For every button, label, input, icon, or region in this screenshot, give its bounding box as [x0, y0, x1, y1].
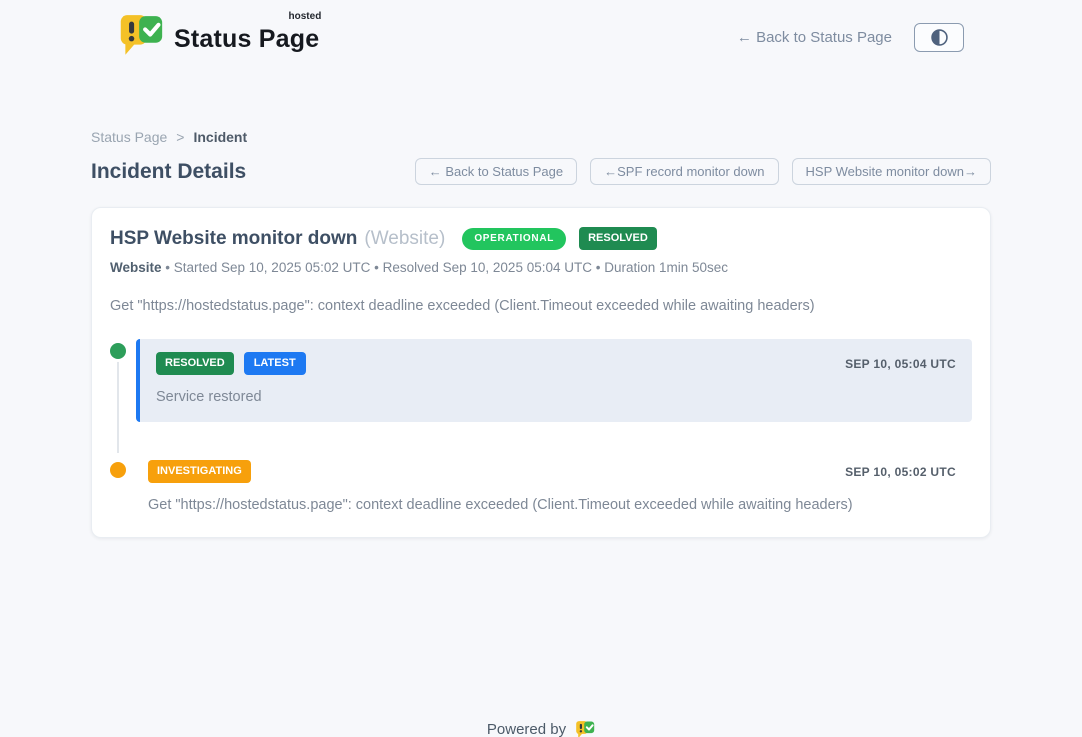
logo-hosted-label: hosted — [289, 11, 322, 22]
operational-badge: OPERATIONAL — [462, 228, 566, 250]
timeline-investigating-badge: INVESTIGATING — [148, 460, 251, 483]
brand-logo-icon — [118, 13, 164, 61]
timeline-resolved-badge: RESOLVED — [156, 352, 234, 375]
meta-details: • Started Sep 10, 2025 05:02 UTC • Resol… — [162, 260, 729, 275]
page-title: Incident Details — [91, 160, 246, 184]
breadcrumb-incident: Incident — [193, 129, 247, 145]
incident-card: HSP Website monitor down (Website) OPERA… — [91, 207, 991, 538]
breadcrumb: Status Page > Incident — [91, 129, 991, 145]
timeline-message: Get "https://hostedstatus.page": context… — [148, 497, 956, 513]
brand-logo-small-icon — [575, 720, 595, 737]
incident-title: HSP Website monitor down — [110, 228, 357, 250]
resolved-badge: RESOLVED — [579, 227, 657, 250]
timeline-message: Service restored — [156, 389, 956, 405]
logo-brand-label: Status Page — [174, 25, 319, 53]
green-status-dot-icon — [110, 343, 126, 359]
prev-incident-button[interactable]: ←SPF record monitor down — [590, 158, 778, 185]
half-circle-icon — [929, 27, 950, 48]
timeline-entry-investigating: INVESTIGATING SEP 10, 05:02 UTC Get "htt… — [110, 458, 972, 513]
header: hosted Status Page ← Back to Status Page — [118, 0, 964, 61]
incident-component: (Website) — [364, 228, 445, 250]
incident-description: Get "https://hostedstatus.page": context… — [110, 298, 972, 314]
powered-by-label: Powered by — [487, 721, 566, 737]
orange-status-dot-icon — [110, 462, 126, 478]
incident-nav-buttons: ← Back to Status Page ←SPF record monito… — [415, 158, 991, 185]
timeline-timestamp: SEP 10, 05:02 UTC — [845, 465, 956, 479]
breadcrumb-status-page[interactable]: Status Page — [91, 129, 167, 145]
powered-by-link[interactable]: Powered by — [0, 720, 1082, 737]
timeline-timestamp: SEP 10, 05:04 UTC — [845, 357, 956, 371]
brand-logo[interactable]: hosted Status Page — [118, 13, 319, 61]
timeline-entry-resolved: RESOLVED LATEST SEP 10, 05:04 UTC Servic… — [110, 339, 972, 422]
header-back-link[interactable]: ← Back to Status Page — [737, 29, 892, 46]
next-incident-button[interactable]: HSP Website monitor down→ — [792, 158, 991, 185]
timeline-latest-badge: LATEST — [244, 352, 306, 375]
incident-timeline: RESOLVED LATEST SEP 10, 05:04 UTC Servic… — [110, 339, 972, 513]
footer: Powered by © 2025-10-08 14:10:34.772084 … — [0, 720, 1082, 737]
breadcrumb-separator: > — [176, 129, 184, 145]
theme-toggle-button[interactable] — [914, 23, 964, 52]
meta-component: Website — [110, 260, 162, 275]
back-to-status-page-button[interactable]: ← Back to Status Page — [415, 158, 577, 185]
incident-meta: Website • Started Sep 10, 2025 05:02 UTC… — [110, 260, 972, 275]
